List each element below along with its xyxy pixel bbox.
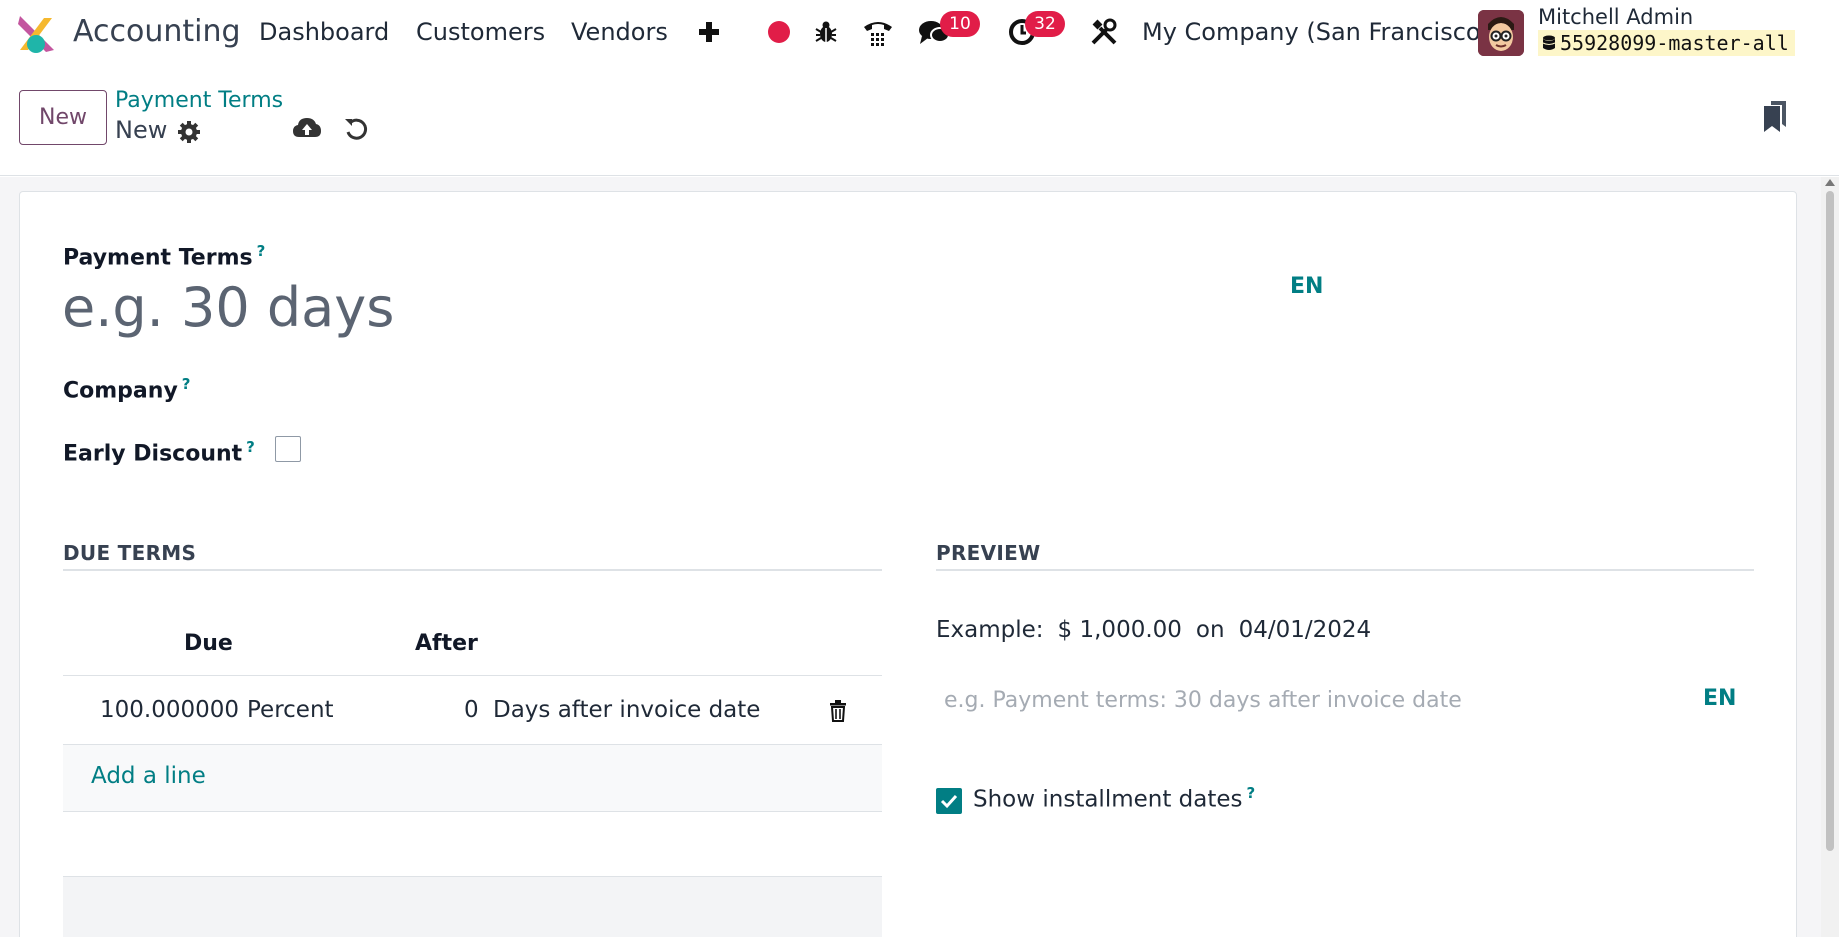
due-value-cell[interactable]: 100.000000 [100, 697, 239, 723]
phone-icon[interactable] [862, 16, 894, 48]
check-icon [940, 794, 958, 809]
new-button[interactable]: New [19, 90, 107, 145]
database-label: 55928099-master-all [1560, 31, 1789, 55]
top-navbar: Accounting Dashboard Customers Vendors 1… [0, 0, 1839, 66]
tools-icon[interactable] [1088, 16, 1120, 48]
show-installment-dates-label: Show installment dates? [973, 784, 1256, 813]
after-value-cell[interactable]: 0 [464, 697, 479, 723]
preview-divider [936, 569, 1754, 571]
early-discount-checkbox[interactable] [275, 436, 301, 462]
record-icon[interactable] [763, 16, 795, 48]
menu-vendors[interactable]: Vendors [571, 18, 668, 46]
accounting-app-icon[interactable] [16, 14, 56, 54]
empty-row [63, 812, 882, 876]
company-switcher[interactable]: My Company (San Francisco) [1142, 18, 1490, 46]
avatar[interactable] [1478, 10, 1524, 56]
example-date: 04/01/2024 [1238, 617, 1372, 643]
due-column-header[interactable]: Due [184, 631, 233, 656]
app-name[interactable]: Accounting [73, 14, 241, 49]
database-name: 55928099-master-all [1538, 30, 1795, 56]
payment-terms-label: Payment Terms? [63, 242, 266, 271]
due-terms-title: DUE TERMS [63, 541, 197, 565]
help-mark[interactable]: ? [1247, 784, 1256, 802]
table-header-divider [63, 675, 882, 676]
due-terms-divider [63, 569, 882, 571]
add-line-row: Add a line [63, 745, 882, 811]
value-type-cell[interactable]: Percent [247, 697, 334, 723]
breadcrumb-payment-terms[interactable]: Payment Terms [115, 88, 283, 113]
breadcrumb-current: New [115, 116, 168, 144]
plus-icon[interactable] [693, 16, 725, 48]
messages-count-badge: 10 [940, 11, 980, 37]
preview-title: PREVIEW [936, 541, 1041, 565]
trash-icon[interactable] [826, 698, 850, 724]
bug-icon[interactable] [810, 16, 842, 48]
scrollbar[interactable] [1821, 177, 1839, 937]
payment-terms-lang-button[interactable]: EN [1290, 274, 1323, 299]
undo-icon[interactable] [340, 113, 372, 145]
form-sheet: Payment Terms? EN Company? Early Discoun… [19, 191, 1797, 937]
after-column-header[interactable]: After [415, 631, 478, 656]
help-mark[interactable]: ? [257, 242, 266, 260]
company-label: Company? [63, 375, 191, 404]
bookmark-icon[interactable] [1759, 100, 1791, 132]
help-mark[interactable]: ? [182, 375, 191, 393]
database-icon [1542, 35, 1556, 50]
early-discount-label: Early Discount? [63, 438, 255, 467]
gear-icon[interactable] [173, 116, 205, 148]
add-a-line-link[interactable]: Add a line [91, 763, 206, 789]
menu-customers[interactable]: Customers [416, 18, 545, 46]
control-panel: New Payment Terms New [0, 66, 1839, 176]
example-amount: $ 1,000.00 [1057, 617, 1182, 643]
activities-count-badge: 32 [1025, 11, 1065, 37]
preview-example: Example: $ 1,000.00 on 04/01/2024 [936, 617, 1371, 643]
help-mark[interactable]: ? [246, 438, 255, 456]
table-footer [63, 877, 882, 937]
scroll-thumb[interactable] [1826, 191, 1834, 851]
delay-type-cell[interactable]: Days after invoice date [493, 697, 760, 723]
show-installment-dates-checkbox[interactable] [936, 788, 962, 814]
example-label: Example: [936, 617, 1044, 643]
content-area: Payment Terms? EN Company? Early Discoun… [0, 177, 1821, 937]
cloud-upload-icon[interactable] [291, 113, 323, 145]
menu-dashboard[interactable]: Dashboard [259, 18, 389, 46]
user-name[interactable]: Mitchell Admin [1538, 5, 1693, 29]
scroll-up-arrow[interactable] [1825, 179, 1835, 186]
note-lang-button[interactable]: EN [1703, 686, 1736, 711]
payment-terms-name-input[interactable] [62, 272, 1212, 342]
example-on: on [1195, 617, 1225, 643]
payment-term-note-input[interactable] [936, 680, 1636, 720]
